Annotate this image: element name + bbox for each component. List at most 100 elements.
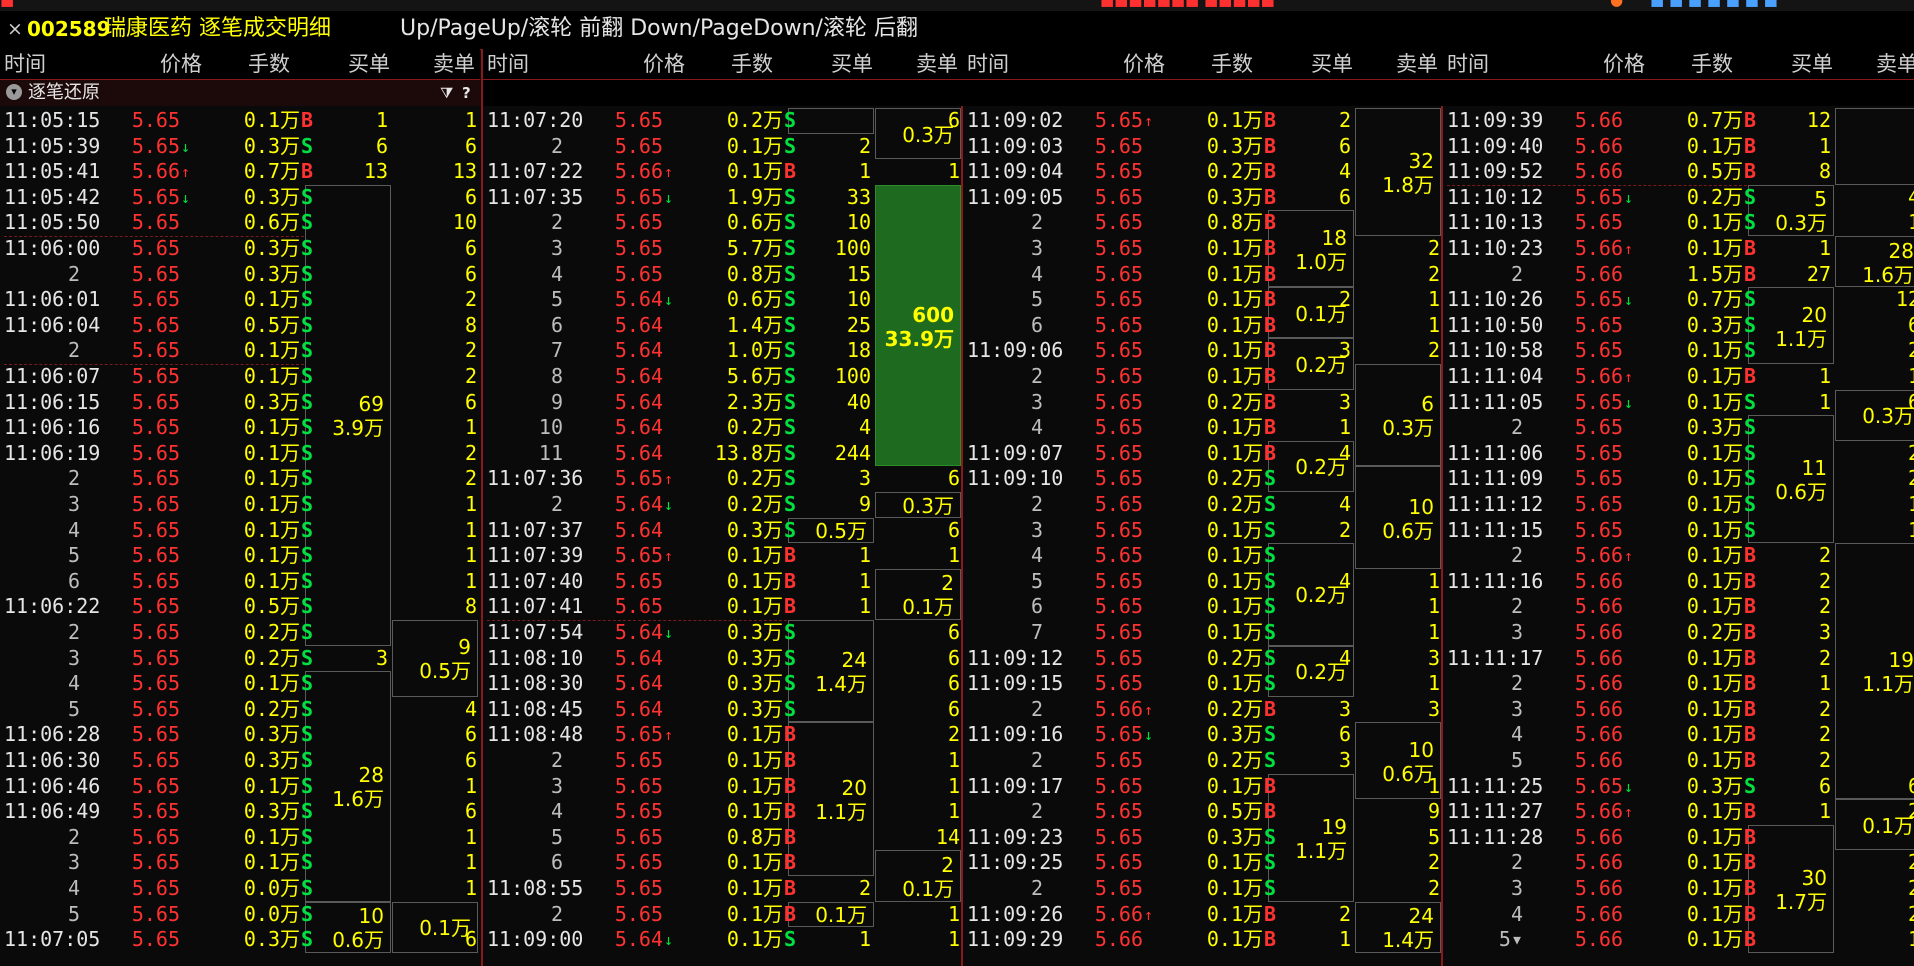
trade-row[interactable]: 3 5.65 0.2万 S 3 [0,646,480,672]
trade-row[interactable]: 11:11:27 5.66 ↑ 0.1万 B 1 2 [1443,799,1914,825]
column-lots-header[interactable]: 手数 [731,52,773,76]
trade-row[interactable]: 3 5.65 0.1万 S 1 [0,492,480,518]
column-time-header[interactable]: 时间 [967,52,1009,76]
trade-row[interactable]: 11:07:41 5.65 0.1万 B 1 [483,594,963,620]
trade-row[interactable]: 11:06:04 5.65 0.5万 S 8 [0,313,480,339]
column-price-header[interactable]: 价格 [1123,52,1165,76]
trade-row[interactable]: 11:10:12 5.65 ↓ 0.2万 S 4 [1443,185,1914,211]
trade-row[interactable]: 3 5.65 0.1万 B 2 [963,236,1443,262]
trade-row[interactable]: 11:05:41 5.66 ↑ 0.7万 B 13 13 [0,159,480,185]
column-lots-header[interactable]: 手数 [1211,52,1253,76]
trade-row[interactable]: 11:09:29 5.66 0.1万 B 1 [963,927,1443,953]
trade-row[interactable]: 11:11:06 5.65 0.1万 S 2 [1443,441,1914,467]
trade-row[interactable]: 2 5.65 0.1万 B 1 [483,748,963,774]
column-lots-header[interactable]: 手数 [1691,52,1733,76]
trade-row[interactable]: 5 5.66 0.1万 B 2 [1443,748,1914,774]
trade-row[interactable]: 6 5.65 0.1万 B 1 [963,313,1443,339]
trade-row[interactable]: 11:06:07 5.65 0.1万 S 2 [0,364,480,390]
trade-row[interactable]: 7 5.64 1.0万 S 18 [483,338,963,364]
trade-row[interactable]: 11:09:23 5.65 0.3万 S 5 [963,825,1443,851]
trade-row[interactable]: 11:10:23 5.66 ↑ 0.1万 B 1 [1443,236,1914,262]
trade-row[interactable]: 6 5.65 0.1万 B [483,850,963,876]
trade-row[interactable]: 11:06:15 5.65 0.3万 S 6 [0,390,480,416]
trade-row[interactable]: 11:09:16 5.65 ↓ 0.3万 S 6 [963,722,1443,748]
trade-row[interactable]: 11:06:19 5.65 0.1万 S 2 [0,441,480,467]
trade-row[interactable]: 11:11:15 5.65 0.1万 S 1 [1443,518,1914,544]
trade-row[interactable]: 11:08:10 5.64 0.3万 S 6 [483,646,963,672]
trade-row[interactable]: 5 5.65 0.1万 S 4 1 [963,569,1443,595]
trade-row[interactable]: 2 5.65 0.1万 S 1 [0,825,480,851]
trade-row[interactable]: 11:09:15 5.65 0.1万 S 1 [963,671,1443,697]
trade-row[interactable]: 2 5.66 0.1万 B 1 [1443,671,1914,697]
column-buy-header[interactable]: 买单 [831,52,873,76]
trade-row[interactable]: 11:09:10 5.65 0.2万 S [963,466,1443,492]
trade-row[interactable]: 11:07:22 5.66 ↑ 0.1万 B 1 1 [483,159,963,185]
trade-row[interactable]: 11:11:12 5.65 0.1万 S 1 [1443,492,1914,518]
trade-row[interactable]: 4 5.65 0.1万 S [0,671,480,697]
trade-row[interactable]: 11:07:37 5.64 0.3万 S 6 [483,518,963,544]
trade-row[interactable]: 2 5.65 0.3万 S 6 [0,262,480,288]
trade-row[interactable]: 11:07:54 5.64 ↓ 0.3万 S 6 [483,620,963,646]
column-time-header[interactable]: 时间 [1447,52,1489,76]
trade-row[interactable]: 11:09:04 5.65 0.2万 B 4 [963,159,1443,185]
trade-row[interactable]: 2 5.65 0.1万 S 2 [0,466,480,492]
trade-row[interactable]: 11:09:07 5.65 0.1万 B 4 [963,441,1443,467]
trade-row[interactable]: 11 5.64 13.8万 S 244 [483,441,963,467]
trade-row[interactable]: 2 5.65 0.1万 S 2 [963,876,1443,902]
trade-row[interactable]: 2 5.65 0.5万 B 9 [963,799,1443,825]
trade-row[interactable]: 11:09:39 5.66 0.7万 B 12 [1443,108,1914,134]
column-sell-header[interactable]: 卖单 [1396,52,1438,76]
trade-row[interactable]: 11:07:40 5.65 0.1万 B 1 [483,569,963,595]
trade-row[interactable]: 11:09:52 5.66 0.5万 B 8 [1443,159,1914,185]
trade-row[interactable]: 11:11:05 5.65 ↓ 0.1万 S 1 6 [1443,390,1914,416]
trade-row[interactable]: 5 5.65 0.8万 B 14 [483,825,963,851]
column-buy-header[interactable]: 买单 [348,52,390,76]
column-price-header[interactable]: 价格 [160,52,202,76]
column-buy-header[interactable]: 买单 [1311,52,1353,76]
trade-row[interactable]: 11:08:30 5.64 0.3万 S 6 [483,671,963,697]
trade-row[interactable]: 11:09:25 5.65 0.1万 S 2 [963,850,1443,876]
trade-row[interactable]: 11:07:39 5.65 ↑ 0.1万 B 1 1 [483,543,963,569]
chevron-down-icon[interactable]: ▾ [6,84,22,100]
trade-row[interactable]: 11:10:13 5.65 0.1万 S 1 [1443,210,1914,236]
trade-row[interactable]: 5▾ 5.66 0.1万 B 1 [1443,927,1914,953]
column-time-header[interactable]: 时间 [487,52,529,76]
trade-row[interactable]: 2 5.65 0.1万 S 2 [483,134,963,160]
trade-row[interactable]: 4 5.65 0.0万 S 1 [0,876,480,902]
trade-row[interactable]: 2 5.65 0.1万 B [963,364,1443,390]
trade-row[interactable]: 11:06:00 5.65 0.3万 S 6 [0,236,480,262]
trade-row[interactable]: 2 5.64 ↓ 0.2万 S 9 [483,492,963,518]
trade-row[interactable]: 11:06:46 5.65 0.1万 S 1 [0,774,480,800]
trade-row[interactable]: 3 5.65 0.2万 B 3 [963,390,1443,416]
trade-row[interactable]: 11:07:36 5.65 ↑ 0.2万 S 3 6 [483,466,963,492]
column-time-header[interactable]: 时间 [4,52,46,76]
trade-row[interactable]: 5 5.64 ↓ 0.6万 S 10 [483,287,963,313]
trade-row[interactable]: 3 5.65 0.1万 B 1 [483,774,963,800]
trade-row[interactable]: 11:11:16 5.66 0.1万 B 2 [1443,569,1914,595]
trade-row[interactable]: 11:11:25 5.65 ↓ 0.3万 S 6 6 [1443,774,1914,800]
trade-row[interactable]: 2 5.66 0.1万 B 2 [1443,850,1914,876]
trade-row[interactable]: 11:07:05 5.65 0.3万 S 6 [0,927,480,953]
trade-row[interactable]: 2 5.65 0.2万 S 4 [963,492,1443,518]
trade-row[interactable]: 11:09:05 5.65 0.3万 B 6 [963,185,1443,211]
trade-row[interactable]: 2 5.66 ↑ 0.1万 B 2 [1443,543,1914,569]
trade-row[interactable]: 5 5.65 0.2万 S 4 [0,697,480,723]
trade-row[interactable]: 3 5.65 0.1万 S 2 [963,518,1443,544]
trade-row[interactable]: 5 5.65 0.1万 B 2 1 [963,287,1443,313]
column-price-header[interactable]: 价格 [1603,52,1645,76]
trade-row[interactable]: 11:09:40 5.66 0.1万 B 1 [1443,134,1914,160]
trade-row[interactable]: 4 5.66 0.1万 B 2 [1443,902,1914,928]
trade-row[interactable]: 11:11:09 5.65 0.1万 S 2 [1443,466,1914,492]
trade-row[interactable]: 11:05:15 5.65 0.1万 B 1 1 [0,108,480,134]
trade-row[interactable]: 11:11:28 5.66 0.1万 B [1443,825,1914,851]
close-icon[interactable]: × [7,17,23,41]
trade-row[interactable]: 11:11:04 5.66 ↑ 0.1万 B 1 1 [1443,364,1914,390]
trade-row[interactable]: 8 5.64 5.6万 S 100 [483,364,963,390]
trade-row[interactable]: 2 5.65 0.2万 S 3 [963,748,1443,774]
trade-row[interactable]: 3 5.66 0.2万 B 3 [1443,620,1914,646]
trade-row[interactable]: 11:09:17 5.65 0.1万 B 1 [963,774,1443,800]
trade-row[interactable]: 2 5.66 0.1万 B 2 [1443,594,1914,620]
trade-row[interactable]: 11:07:20 5.65 0.2万 S 6 [483,108,963,134]
trade-row[interactable]: 4 5.65 0.1万 S [963,543,1443,569]
trade-row[interactable]: 4 5.65 0.1万 B 2 [963,262,1443,288]
